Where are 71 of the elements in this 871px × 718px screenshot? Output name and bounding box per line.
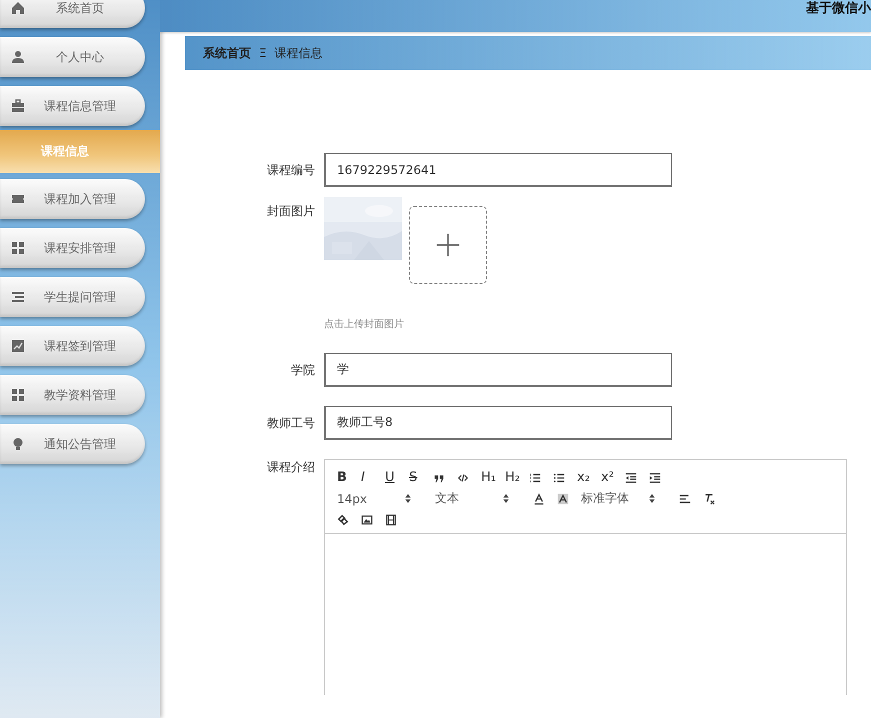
upload-hint: 点击上传封面图片 bbox=[324, 318, 405, 331]
clear-format-icon[interactable] bbox=[703, 492, 715, 504]
field-label: 封面图片 bbox=[266, 203, 316, 220]
format-button[interactable]: B bbox=[337, 470, 361, 485]
field-label: 教师工号 bbox=[266, 415, 316, 432]
format-button[interactable]: U bbox=[385, 470, 409, 485]
updown-arrow-icon bbox=[405, 494, 411, 503]
menu-item-label: 个人中心 bbox=[55, 48, 105, 66]
menu-item[interactable]: 系统首页 bbox=[0, 0, 145, 28]
menu-item[interactable]: 个人中心 bbox=[0, 37, 145, 77]
field-label: 学院 bbox=[290, 362, 316, 379]
format-button[interactable]: S bbox=[409, 470, 433, 485]
updown-arrow-icon bbox=[503, 494, 509, 503]
format-button[interactable]: I bbox=[361, 470, 385, 485]
menu-item-label: 课程安排管理 bbox=[43, 240, 117, 256]
rich-text-editor[interactable]: B I U S H₁ H₂ x₂ x² 14px 文本 标准字体 bbox=[324, 459, 847, 695]
outdent-icon[interactable] bbox=[625, 472, 637, 484]
menu-item[interactable]: 通知公告管理 bbox=[0, 424, 145, 464]
film-icon[interactable] bbox=[385, 514, 397, 526]
format-button[interactable]: x₂ bbox=[577, 470, 601, 485]
dropdown-value: 14px bbox=[337, 492, 367, 506]
home-icon bbox=[11, 1, 25, 15]
menu-item[interactable]: 课程信息管理 bbox=[0, 86, 145, 126]
breadcrumb-link[interactable]: 课程信息 bbox=[274, 44, 323, 62]
dropdown-value: 标准字体 bbox=[581, 490, 629, 507]
field-label: 课程编号 bbox=[266, 162, 316, 179]
input-field[interactable]: 学 bbox=[324, 353, 672, 387]
field-label: 课程介绍 bbox=[266, 459, 316, 475]
updown-arrow-icon bbox=[649, 494, 655, 503]
link-icon[interactable] bbox=[337, 514, 349, 526]
align-icon[interactable] bbox=[679, 492, 691, 504]
indent-icon[interactable] bbox=[649, 472, 661, 484]
menu-item-label: 课程签到管理 bbox=[43, 338, 117, 354]
chart-icon bbox=[11, 339, 25, 353]
dropdown[interactable]: 文本 bbox=[435, 490, 509, 507]
list-icon bbox=[11, 290, 25, 304]
bulb-icon bbox=[11, 437, 25, 451]
menu-item[interactable]: 课程加入管理 bbox=[0, 179, 145, 219]
input-field[interactable]: 1679229572641 bbox=[324, 153, 672, 187]
user-icon bbox=[11, 50, 25, 64]
image-icon[interactable] bbox=[361, 514, 373, 526]
font-color-icon[interactable] bbox=[533, 492, 545, 504]
menu-item[interactable]: 教学资料管理 bbox=[0, 375, 145, 415]
dropdown-value: 文本 bbox=[435, 490, 459, 507]
code-icon[interactable] bbox=[457, 472, 469, 484]
grid-icon bbox=[11, 241, 25, 255]
menu-item-label: 教学资料管理 bbox=[43, 386, 117, 404]
menu-item-label: 课程信息管理 bbox=[43, 98, 117, 114]
menu-item[interactable]: 学生提问管理 bbox=[0, 277, 145, 317]
format-button[interactable]: H₂ bbox=[505, 470, 529, 485]
menu-item-label: 学生提问管理 bbox=[43, 288, 117, 306]
bullet-list-icon[interactable] bbox=[553, 472, 565, 484]
menu-item[interactable]: 课程安排管理 bbox=[0, 228, 145, 268]
app-title: 基于微信小 bbox=[806, 0, 871, 18]
highlight-icon[interactable] bbox=[557, 492, 569, 504]
breadcrumb-separator: Ξ bbox=[259, 46, 267, 60]
briefcase-icon bbox=[11, 99, 25, 113]
numbered-list-icon[interactable] bbox=[529, 472, 541, 484]
ticket-icon bbox=[11, 192, 25, 206]
upload-button[interactable] bbox=[409, 206, 487, 284]
menu-item[interactable]: 课程签到管理 bbox=[0, 326, 145, 366]
input-field[interactable]: 教师工号8 bbox=[324, 406, 672, 440]
format-button[interactable]: H₁ bbox=[481, 470, 505, 485]
menu-item-label: 课程加入管理 bbox=[43, 190, 117, 208]
breadcrumb-link[interactable]: 系统首页 bbox=[203, 44, 251, 62]
dropdown[interactable]: 标准字体 bbox=[581, 490, 655, 507]
grid-icon bbox=[11, 388, 25, 402]
menu-item-label: 通知公告管理 bbox=[43, 436, 117, 452]
format-button[interactable]: x² bbox=[601, 470, 625, 485]
dropdown[interactable]: 14px bbox=[337, 492, 411, 506]
menu-item-label: 系统首页 bbox=[55, 0, 105, 16]
